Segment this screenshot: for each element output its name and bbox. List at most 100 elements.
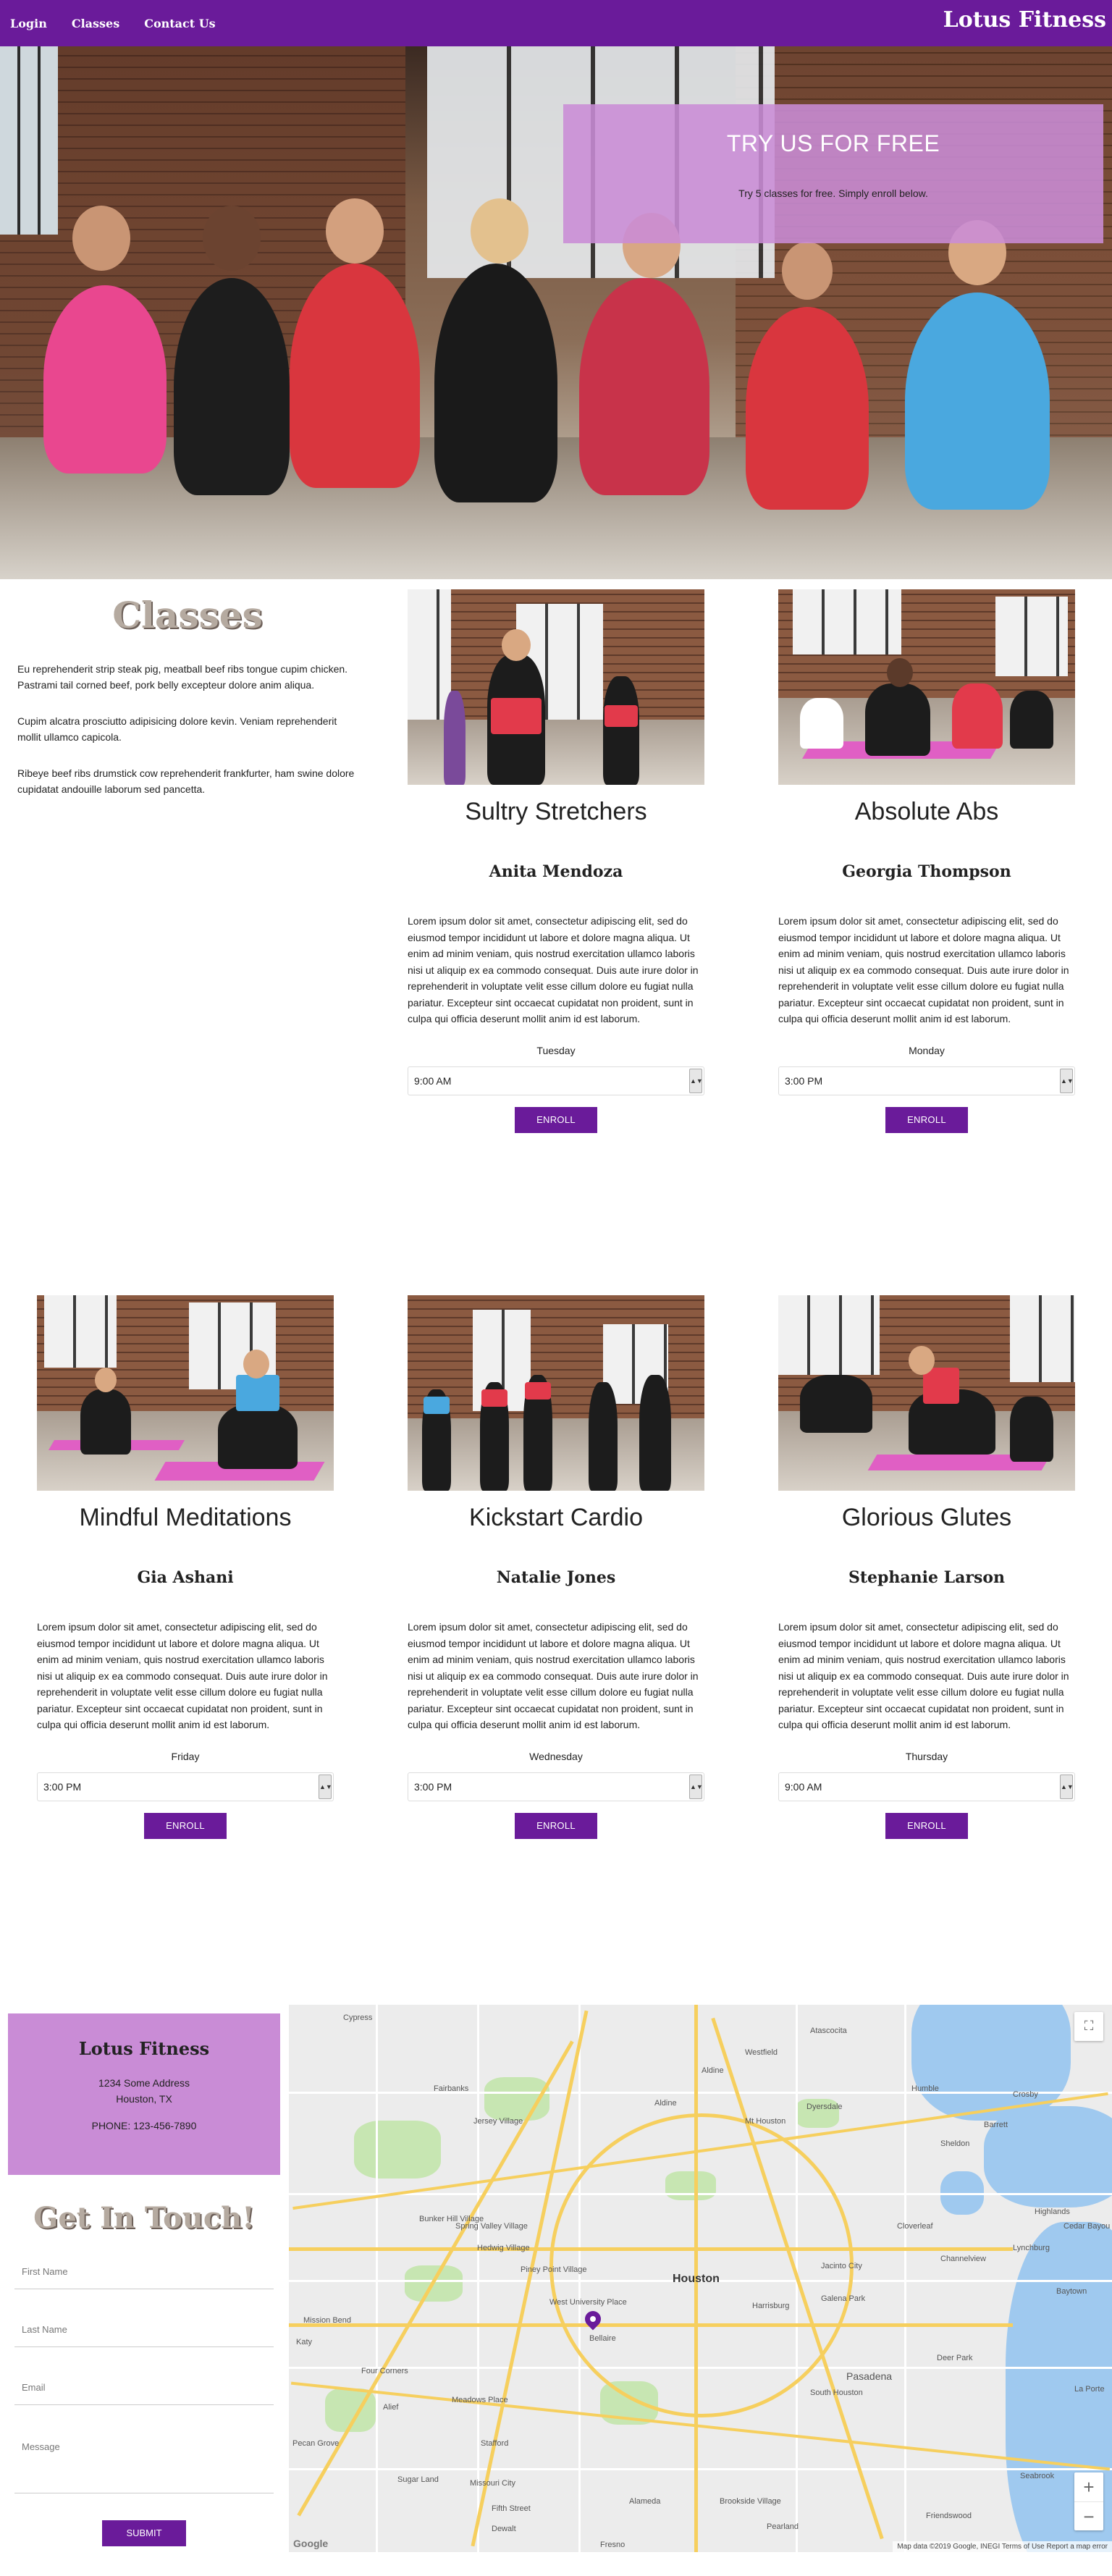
free-trial-text: Try 5 classes for free. Simply enroll be…	[738, 188, 928, 199]
map-label: Highlands	[1035, 2207, 1070, 2216]
class-title: Absolute Abs	[854, 798, 999, 825]
map-label: Baytown	[1056, 2287, 1087, 2296]
class-time-select[interactable]: 3:00 PM ▲▼	[778, 1066, 1075, 1095]
class-photo	[778, 589, 1075, 785]
fullscreen-icon[interactable]: ⛶	[1074, 2012, 1103, 2041]
instructor-name: Natalie Jones	[496, 1568, 616, 1587]
map-label: Aldine	[702, 2066, 724, 2075]
map-label: Fairbanks	[434, 2084, 469, 2093]
class-card: Kickstart Cardio Natalie Jones Lorem ips…	[408, 1295, 704, 1839]
map-label: Stafford	[481, 2439, 509, 2448]
class-day: Friday	[171, 1750, 200, 1762]
map-label: Friendswood	[926, 2512, 972, 2520]
map-label: Westfield	[745, 2048, 778, 2057]
map-attribution[interactable]: Map data ©2019 Google, INEGI Terms of Us…	[893, 2541, 1112, 2552]
instructor-name: Gia Ashani	[137, 1568, 234, 1587]
get-in-touch-heading: Get In Touch!	[33, 2201, 255, 2235]
message-field[interactable]: Message	[14, 2441, 274, 2493]
class-description: Lorem ipsum dolor sit amet, consectetur …	[408, 1621, 699, 1730]
address-line: 1234 Some Address	[98, 2077, 190, 2089]
class-card: Glorious Glutes Stephanie Larson Lorem i…	[778, 1295, 1075, 1839]
class-time-value: 3:00 PM	[414, 1780, 452, 1793]
enroll-button[interactable]: ENROLL	[885, 1812, 968, 1839]
class-time-value: 9:00 AM	[785, 1780, 822, 1793]
instructor-name: Anita Mendoza	[489, 862, 623, 881]
intro-paragraph: Cupim alcatra prosciutto adipisicing dol…	[17, 715, 337, 743]
zoom-in-button[interactable]: +	[1074, 2472, 1103, 2501]
zoom-controls: + −	[1074, 2472, 1103, 2530]
map-label: Humble	[911, 2084, 939, 2093]
map-label: Piney Point Village	[521, 2265, 587, 2274]
hero-image: TRY US FOR FREE Try 5 classes for free. …	[0, 46, 1112, 579]
enroll-button[interactable]: ENROLL	[515, 1812, 597, 1839]
chevron-updown-icon[interactable]: ▲▼	[1060, 1774, 1074, 1799]
map-label: Bellaire	[589, 2334, 616, 2343]
class-time-select[interactable]: 3:00 PM ▲▼	[408, 1772, 704, 1801]
class-title: Glorious Glutes	[841, 1504, 1012, 1531]
class-title: Mindful Meditations	[79, 1504, 292, 1531]
map-city-label: Houston	[673, 2273, 720, 2285]
contact-info-card: Lotus Fitness 1234 Some Address Houston,…	[8, 2013, 280, 2175]
map-label: Atascocita	[810, 2026, 847, 2035]
class-photo	[408, 1295, 704, 1491]
enroll-button[interactable]: ENROLL	[515, 1106, 597, 1133]
class-day: Wednesday	[529, 1750, 583, 1762]
class-card: Mindful Meditations Gia Ashani Lorem ips…	[37, 1295, 334, 1839]
email-field[interactable]: Email	[14, 2382, 274, 2405]
map-label: Mission Bend	[303, 2316, 352, 2325]
class-time-value: 3:00 PM	[43, 1780, 82, 1793]
contact-brand: Lotus Fitness	[78, 2038, 210, 2059]
map-label: Fifth Street	[492, 2504, 531, 2513]
class-time-select[interactable]: 9:00 AM ▲▼	[408, 1066, 704, 1095]
instructor-name: Georgia Thompson	[842, 862, 1011, 881]
map-label: Meadows Place	[452, 2396, 508, 2404]
brand-logo-text[interactable]: Lotus Fitness	[943, 7, 1106, 33]
free-trial-banner: TRY US FOR FREE Try 5 classes for free. …	[563, 104, 1103, 243]
class-time-select[interactable]: 3:00 PM ▲▼	[37, 1772, 334, 1801]
map-label: Alief	[383, 2403, 399, 2412]
map-label: Deer Park	[937, 2354, 973, 2362]
class-day: Tuesday	[536, 1044, 576, 1056]
nav-classes-link[interactable]: Classes	[72, 17, 119, 30]
class-title: Kickstart Cardio	[469, 1504, 643, 1531]
class-photo	[778, 1295, 1075, 1491]
map-label: Four Corners	[361, 2367, 408, 2375]
map-label: Katy	[296, 2338, 313, 2346]
chevron-updown-icon[interactable]: ▲▼	[1060, 1068, 1074, 1093]
map-label: Missouri City	[470, 2479, 515, 2488]
class-description: Lorem ipsum dolor sit amet, consectetur …	[37, 1621, 328, 1730]
intro-paragraph: Ribeye beef ribs drumstick cow reprehend…	[17, 767, 355, 795]
map-label: Mt Houston	[745, 2117, 786, 2126]
nav-login-link[interactable]: Login	[10, 17, 47, 30]
location-map[interactable]: Houston Cypress Jersey Village Aldine Hu…	[289, 2005, 1112, 2552]
submit-button[interactable]: SUBMIT	[102, 2520, 186, 2546]
map-label: Pasadena	[846, 2370, 893, 2382]
map-label: Aldine	[654, 2099, 677, 2108]
class-photo	[37, 1295, 334, 1491]
map-label: Cloverleaf	[897, 2222, 933, 2231]
zoom-out-button[interactable]: −	[1074, 2501, 1103, 2530]
class-photo	[408, 589, 704, 785]
class-title: Sultry Stretchers	[465, 798, 647, 825]
map-label: West University Place	[549, 2298, 627, 2307]
intro-paragraph: Eu reprehenderit strip steak pig, meatba…	[17, 663, 348, 691]
class-time-select[interactable]: 9:00 AM ▲▼	[778, 1772, 1075, 1801]
map-label: La Porte	[1074, 2385, 1105, 2394]
chevron-updown-icon[interactable]: ▲▼	[689, 1068, 703, 1093]
map-label: Cedar Bayou	[1063, 2222, 1111, 2231]
map-label: Pearland	[767, 2522, 799, 2531]
map-label: Brookside Village	[720, 2497, 781, 2506]
chevron-updown-icon[interactable]: ▲▼	[319, 1774, 332, 1799]
map-label: Sugar Land	[397, 2475, 439, 2484]
map-label: Hedwig Village	[477, 2244, 530, 2252]
chevron-updown-icon[interactable]: ▲▼	[689, 1774, 703, 1799]
map-label: Dewalt	[492, 2525, 516, 2533]
enroll-button[interactable]: ENROLL	[885, 1106, 968, 1133]
nav-contact-link[interactable]: Contact Us	[144, 17, 215, 30]
enroll-button[interactable]: ENROLL	[144, 1812, 227, 1839]
last-name-field[interactable]: Last Name	[14, 2324, 274, 2347]
class-description: Lorem ipsum dolor sit amet, consectetur …	[778, 1621, 1069, 1730]
map-label: Crosby	[1013, 2090, 1038, 2099]
map-label: Bunker Hill Village	[419, 2215, 484, 2223]
first-name-field[interactable]: First Name	[14, 2266, 274, 2289]
